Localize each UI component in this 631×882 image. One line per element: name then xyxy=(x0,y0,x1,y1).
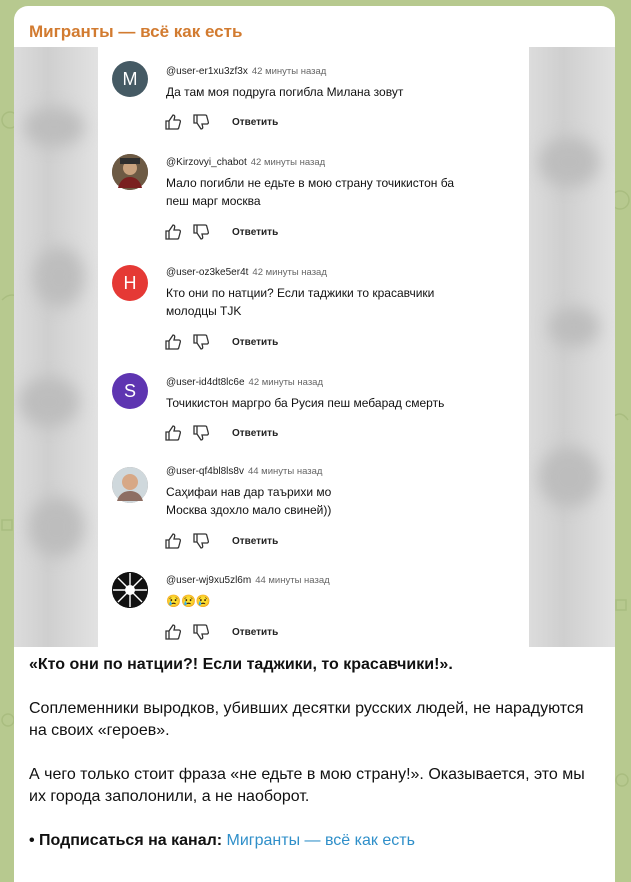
like-icon[interactable] xyxy=(164,532,182,550)
reply-button[interactable]: Ответить xyxy=(232,117,278,128)
comment-username: @user-wj9xu5zl6m xyxy=(166,575,252,586)
comment-username: @user-er1xu3zf3x xyxy=(166,66,248,77)
dislike-icon[interactable] xyxy=(192,113,210,131)
dislike-icon[interactable] xyxy=(192,223,210,241)
comment-actions: Ответить xyxy=(164,623,278,641)
comment-text: Да там моя подруга погибла Милана зовут xyxy=(166,85,404,99)
subscribe-label: • Подписаться на канал: xyxy=(29,832,227,849)
comment-actions: Ответить xyxy=(164,333,278,351)
comment-username: @user-qf4bl8ls8v xyxy=(166,466,244,477)
comment-time: 42 минуты назад xyxy=(248,377,323,388)
like-icon[interactable] xyxy=(164,424,182,442)
comment-time: 42 минуты назад xyxy=(250,157,326,168)
avatar-photo-icon xyxy=(112,467,148,503)
post-text: «Кто они по натции?! Если таджики, то кр… xyxy=(29,654,604,874)
comment-text: Точикистон маргро ба Русия пеш мебарад с… xyxy=(166,396,445,410)
dislike-icon[interactable] xyxy=(192,623,210,641)
post-headline: «Кто они по натции?! Если таджики, то кр… xyxy=(29,656,453,673)
comment-text: Саҳифаи нав дар таърихи мо Москва здохло … xyxy=(166,485,332,517)
comment-actions: Ответить xyxy=(164,532,278,550)
comment-actions: Ответить xyxy=(164,113,278,131)
comments-screenshot: M @user-er1xu3zf3x 42 минуты назад Да там… xyxy=(98,47,529,647)
like-icon[interactable] xyxy=(164,623,182,641)
avatar-photo-icon xyxy=(112,154,148,190)
comment-username: @Kirzovyi_chabot xyxy=(166,157,247,168)
avatar: S xyxy=(112,373,148,409)
post-paragraph: Соплеменники выродков, убивших десятки р… xyxy=(29,700,584,739)
comment-meta: @user-wj9xu5zl6m 44 минуты назад xyxy=(166,575,330,586)
comment-time: 44 минуты назад xyxy=(247,466,323,477)
post-image[interactable]: M @user-er1xu3zf3x 42 минуты назад Да там… xyxy=(14,47,615,647)
avatar: H xyxy=(112,265,148,301)
comment-meta: @Kirzovyi_chabot 42 минуты назад xyxy=(166,157,325,168)
comment-text: Кто они по натции? Если таджики то краса… xyxy=(166,286,435,318)
image-blur-right xyxy=(529,47,615,647)
reply-button[interactable]: Ответить xyxy=(232,428,278,439)
dislike-icon[interactable] xyxy=(192,424,210,442)
comment-meta: @user-er1xu3zf3x 42 минуты назад xyxy=(166,66,326,77)
comment-actions: Ответить xyxy=(164,424,278,442)
comment-meta: @user-oz3ke5er4t 42 минуты назад xyxy=(166,267,327,278)
image-blur-left xyxy=(14,47,98,647)
avatar xyxy=(112,467,148,503)
comment-actions: Ответить xyxy=(164,223,278,241)
comment-meta: @user-id4dt8lc6e 42 минуты назад xyxy=(166,377,323,388)
comment-username: @user-id4dt8lc6e xyxy=(166,377,245,388)
like-icon[interactable] xyxy=(164,113,182,131)
comment-meta: @user-qf4bl8ls8v 44 минуты назад xyxy=(166,466,322,477)
like-icon[interactable] xyxy=(164,333,182,351)
reply-button[interactable]: Ответить xyxy=(232,627,278,638)
subscribe-link[interactable]: Мигранты — всё как есть xyxy=(227,832,415,849)
like-icon[interactable] xyxy=(164,223,182,241)
avatar-pattern-icon xyxy=(112,572,148,608)
comment-text: Мало погибли не едьте в мою страну точик… xyxy=(166,176,455,208)
comment-time: 42 минуты назад xyxy=(252,267,327,278)
message-bubble: Мигранты — всё как есть M @user-er1xu3zf… xyxy=(14,6,615,882)
comment-username: @user-oz3ke5er4t xyxy=(166,267,249,278)
subscribe-line: • Подписаться на канал: Мигранты — всё к… xyxy=(29,830,604,852)
avatar xyxy=(112,154,148,190)
post-paragraph: А чего только стоит фраза «не едьте в мо… xyxy=(29,766,585,805)
avatar: M xyxy=(112,61,148,97)
reply-button[interactable]: Ответить xyxy=(232,337,278,348)
dislike-icon[interactable] xyxy=(192,532,210,550)
reply-button[interactable]: Ответить xyxy=(232,227,278,238)
dislike-icon[interactable] xyxy=(192,333,210,351)
avatar xyxy=(112,572,148,608)
comment-time: 44 минуты назад xyxy=(255,575,330,586)
channel-name[interactable]: Мигранты — всё как есть xyxy=(29,22,242,42)
comment-time: 42 минуты назад xyxy=(251,66,327,77)
comment-text: 😢😢😢 xyxy=(166,594,211,608)
reply-button[interactable]: Ответить xyxy=(232,536,278,547)
